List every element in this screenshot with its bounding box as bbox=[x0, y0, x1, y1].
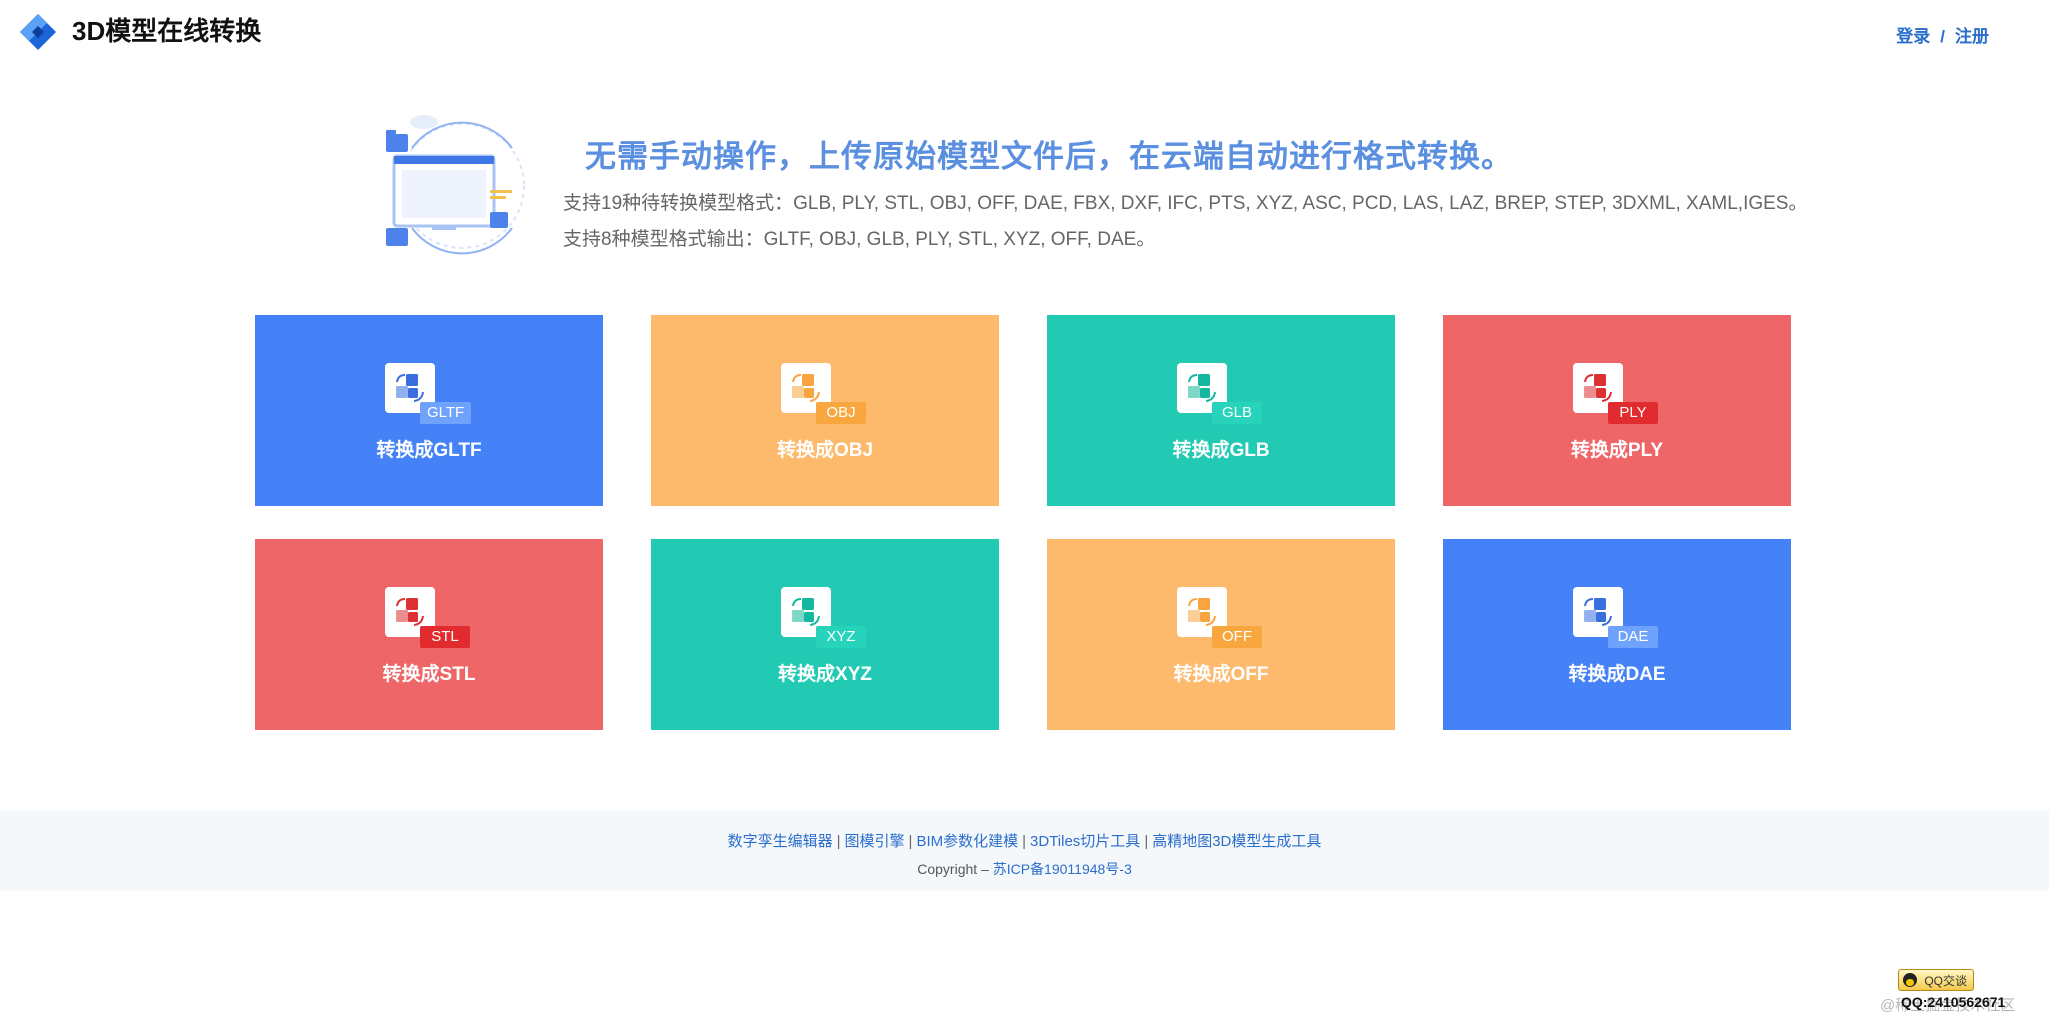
convert-card-label: 转换成XYZ bbox=[778, 664, 872, 685]
auth-links: 登录 / 注册 bbox=[1896, 22, 1989, 47]
register-link[interactable]: 注册 bbox=[1955, 27, 1989, 46]
qq-chat-button[interactable]: QQ交谈 bbox=[1898, 969, 1974, 991]
convert-card-label: 转换成OFF bbox=[1173, 664, 1269, 685]
conversion-illustration-icon bbox=[386, 115, 525, 255]
convert-card-gltf[interactable]: GLTF 转换成GLTF bbox=[255, 315, 603, 506]
convert-card-label: 转换成OBJ bbox=[776, 440, 874, 461]
format-tag: GLB bbox=[1212, 402, 1262, 424]
input-formats-text: 支持19种待转换模型格式：GLB, PLY, STL, OBJ, OFF, DA… bbox=[563, 193, 1808, 214]
footer-copyright: Copyright – 苏ICP备19011948号-3 bbox=[0, 859, 2049, 879]
output-formats-text: 支持8种模型格式输出：GLTF, OBJ, GLB, PLY, STL, XYZ… bbox=[563, 229, 1156, 250]
qq-chat-label: QQ交谈 bbox=[1924, 974, 1967, 988]
footer-link-twin-editor[interactable]: 数字孪生编辑器 bbox=[728, 833, 833, 850]
footer-link-bim[interactable]: BIM参数化建模 bbox=[916, 833, 1018, 850]
format-tag: XYZ bbox=[816, 626, 866, 648]
login-link[interactable]: 登录 bbox=[1896, 27, 1930, 46]
convert-card-xyz[interactable]: XYZ 转换成XYZ bbox=[651, 539, 999, 730]
footer-divider: | bbox=[836, 833, 841, 850]
qq-penguin-icon bbox=[1903, 973, 1917, 987]
footer: 数字孪生编辑器 | 图模引擎 | BIM参数化建模 | 3DTiles切片工具 | 高精地图3D… bbox=[0, 811, 2049, 891]
format-tag: OBJ bbox=[816, 402, 866, 424]
convert-card-glb[interactable]: GLB 转换成GLB bbox=[1047, 315, 1395, 506]
convert-card-label: 转换成PLY bbox=[1570, 440, 1664, 461]
convert-card-label: 转换成DAE bbox=[1568, 664, 1666, 685]
footer-link-engine[interactable]: 图模引擎 bbox=[845, 833, 905, 850]
top-header: 3D模型在线转换 登录 / 注册 bbox=[0, 0, 2049, 64]
footer-links: 数字孪生编辑器 | 图模引擎 | BIM参数化建模 | 3DTiles切片工具 | 高精地图3D… bbox=[0, 830, 2049, 851]
convert-card-off[interactable]: OFF 转换成OFF bbox=[1047, 539, 1395, 730]
footer-link-3dtiles[interactable]: 3DTiles切片工具 bbox=[1030, 833, 1140, 850]
convert-card-label: 转换成GLB bbox=[1172, 440, 1270, 461]
icp-link[interactable]: 苏ICP备19011948号-3 bbox=[993, 861, 1132, 877]
convert-card-label: 转换成GLTF bbox=[376, 440, 482, 461]
auth-separator: / bbox=[1940, 27, 1945, 46]
convert-card-ply[interactable]: PLY 转换成PLY bbox=[1443, 315, 1791, 506]
footer-link-hd-map[interactable]: 高精地图3D模型生成工具 bbox=[1152, 833, 1321, 850]
copyright-text: Copyright – bbox=[917, 861, 993, 877]
convert-card-obj[interactable]: OBJ 转换成OBJ bbox=[651, 315, 999, 506]
qq-number: QQ:2410562671 bbox=[1901, 994, 2006, 1010]
format-tag: GLTF bbox=[420, 402, 472, 424]
hero-title: 无需手动操作，上传原始模型文件后，在云端自动进行格式转换。 bbox=[585, 139, 1513, 174]
logo-icon[interactable] bbox=[18, 12, 58, 52]
format-tag: PLY bbox=[1608, 402, 1658, 424]
footer-divider: | bbox=[1144, 833, 1149, 850]
footer-divider: | bbox=[1022, 833, 1027, 850]
site-title[interactable]: 3D模型在线转换 bbox=[72, 14, 261, 48]
convert-card-dae[interactable]: DAE 转换成DAE bbox=[1443, 539, 1791, 730]
format-tag: STL bbox=[420, 626, 470, 648]
convert-card-label: 转换成STL bbox=[382, 664, 476, 685]
format-tag: OFF bbox=[1212, 626, 1262, 648]
format-tag: DAE bbox=[1608, 626, 1658, 648]
convert-card-stl[interactable]: STL 转换成STL bbox=[255, 539, 603, 730]
footer-divider: | bbox=[908, 833, 913, 850]
